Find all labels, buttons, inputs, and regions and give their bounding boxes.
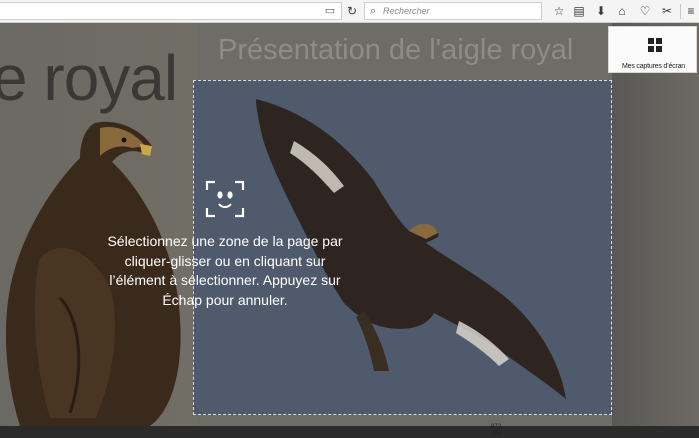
search-placeholder: Rechercher (383, 6, 430, 16)
browser-toolbar: ▭ ↻ ⌕ Rechercher ☆ ▤ ⬇ ⌂ ♡ ✂ ≡ (0, 0, 699, 23)
selection-dimensions: 872 496 (491, 424, 501, 438)
search-bar[interactable]: ⌕ Rechercher (364, 2, 542, 20)
screenshot-icon[interactable]: ✂ (659, 3, 675, 19)
pocket-icon[interactable]: ♡ (637, 3, 653, 19)
page-title: Présentation de l'aigle royal (218, 34, 574, 66)
screenshot-face-icon (205, 180, 245, 218)
hero-title: e royal (0, 42, 178, 114)
selection-height: 496 (491, 431, 502, 437)
selection-instructions: Sélectionnez une zone de la page par cli… (107, 233, 343, 308)
library-icon[interactable]: ▤ (571, 3, 587, 19)
url-bar[interactable]: ▭ (0, 2, 342, 20)
caption-text: — ————— ——— ——————— ——— — (200, 419, 393, 426)
selection-width: 872 (491, 424, 502, 430)
my-screenshots-label: Mes captures d’écran (622, 63, 685, 70)
search-icon: ⌕ (370, 5, 377, 17)
right-edge (612, 23, 699, 426)
download-icon[interactable]: ⬇ (593, 3, 609, 19)
grid-icon (648, 38, 662, 52)
reload-icon[interactable]: ↻ (344, 3, 360, 19)
bookmark-star-icon[interactable]: ☆ (551, 3, 567, 19)
menu-icon[interactable]: ≡ (683, 3, 699, 19)
home-icon[interactable]: ⌂ (614, 3, 630, 19)
reader-icon[interactable]: ▭ (322, 4, 338, 19)
toolbar-divider (680, 4, 681, 19)
my-screenshots-button[interactable]: Mes captures d’écran (608, 26, 697, 73)
